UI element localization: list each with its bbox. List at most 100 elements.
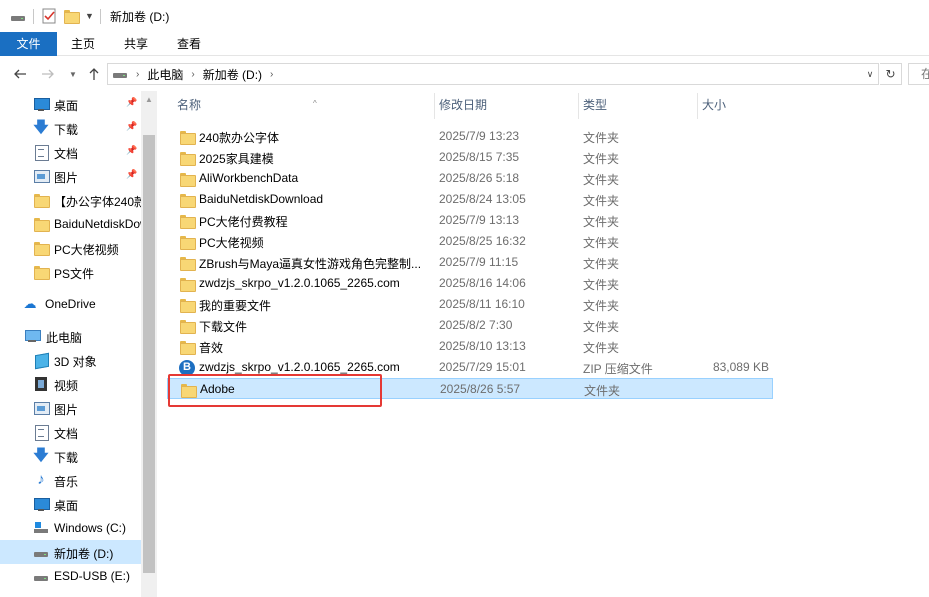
pin-icon[interactable]: 📌 (126, 121, 137, 132)
sidebar-item[interactable]: 🡇 下载 📌 (0, 116, 141, 140)
file-date: 2025/8/24 13:05 (439, 192, 526, 206)
sidebar-item[interactable]: 新加卷 (D:) (0, 540, 141, 564)
pin-icon[interactable]: 📌 (126, 145, 137, 156)
file-row[interactable]: 240款办公字体 2025/7/9 13:23 文件夹 (167, 126, 773, 147)
sidebar-item[interactable]: Windows (C:) (0, 516, 141, 540)
file-name: zwdzjs_skrpo_v1.2.0.1065_2265.com (199, 360, 400, 374)
breadcrumb-this-pc[interactable]: 此电脑 (147, 66, 183, 83)
sidebar-item[interactable]: ESD-USB (E:) (0, 564, 141, 588)
file-type: 文件夹 (583, 152, 620, 166)
sidebar-item[interactable]: 视频 (0, 372, 141, 396)
column-header-date[interactable]: 修改日期 (434, 91, 578, 119)
file-row[interactable]: zwdzjs_skrpo_v1.2.0.1065_2265.com 2025/7/… (167, 357, 773, 378)
sort-ascending-icon: ^ (313, 99, 317, 108)
file-size: 83,089 KB (712, 360, 769, 374)
pin-icon[interactable]: 📌 (126, 169, 137, 180)
file-type: 文件夹 (583, 194, 620, 208)
recent-locations-chevron-icon[interactable]: ▼ (64, 65, 82, 83)
column-header-name[interactable]: 名称 ^ (172, 91, 434, 119)
folder-icon (179, 129, 196, 145)
sidebar-item[interactable]: PS文件 (0, 260, 141, 284)
folder-icon (179, 150, 196, 166)
refresh-icon[interactable]: ↻ (880, 63, 902, 85)
search-input[interactable]: 在 (908, 63, 929, 85)
address-bar[interactable]: › 此电脑 › 新加卷 (D:) › ∨ (107, 63, 879, 85)
file-type: 文件夹 (583, 320, 620, 334)
column-header-type[interactable]: 类型 (578, 91, 697, 119)
folder-icon (179, 297, 196, 313)
sidebar-item[interactable]: 3D 对象 (0, 348, 141, 372)
file-date: 2025/8/16 14:06 (439, 276, 526, 290)
file-row[interactable]: 音效 2025/8/10 13:13 文件夹 (167, 336, 773, 357)
navigation-bar: ▼ › 此电脑 › 新加卷 (D:) › ∨ ↻ 在 (0, 57, 929, 91)
3d-objects-icon (33, 352, 49, 368)
sidebar-item-label: 图片 (54, 403, 79, 417)
navigation-pane-scrollbar[interactable]: ▲ (141, 91, 157, 597)
file-type: 文件夹 (583, 278, 620, 292)
address-dropdown-chevron-icon[interactable]: ∨ (862, 64, 878, 84)
customize-toolbar-icon[interactable]: ▼ (85, 7, 94, 25)
new-folder-icon[interactable] (63, 7, 80, 25)
sidebar-item-label: 音乐 (54, 475, 79, 489)
sidebar-item[interactable]: ☁ OneDrive (0, 292, 141, 316)
file-row[interactable]: Adobe 2025/8/26 5:57 文件夹 (167, 378, 773, 399)
divider (33, 9, 34, 24)
up-arrow-icon[interactable] (85, 65, 103, 83)
tab-view[interactable]: 查看 (166, 32, 212, 56)
folder-icon (179, 318, 196, 334)
file-type: ZIP 压缩文件 (583, 362, 653, 376)
file-row[interactable]: 2025家具建模 2025/8/15 7:35 文件夹 (167, 147, 773, 168)
sidebar-item[interactable]: 文档 📌 (0, 140, 141, 164)
sidebar-item[interactable]: 桌面 📌 (0, 92, 141, 116)
properties-icon[interactable] (41, 7, 57, 25)
scrollbar-thumb[interactable] (143, 135, 155, 573)
sidebar-item[interactable]: PC大佬视频 (0, 236, 141, 260)
column-header-size[interactable]: 大小 (697, 91, 777, 119)
folder-icon (179, 234, 196, 250)
chevron-right-icon[interactable]: › (270, 69, 273, 80)
desktop-icon (33, 96, 50, 112)
sidebar-item[interactable]: 图片 (0, 396, 141, 420)
file-type: 文件夹 (583, 215, 620, 229)
tab-file[interactable]: 文件 (0, 32, 57, 56)
sidebar-item[interactable]: 图片 📌 (0, 164, 141, 188)
file-row[interactable]: ZBrush与Maya逼真女性游戏角色完整制... 2025/7/9 11:15 文… (167, 252, 773, 273)
scroll-up-icon[interactable]: ▲ (141, 91, 157, 107)
file-list: 名称 ^ 修改日期 类型 大小 240款办公字体 2025/7/9 13:23 文件… (157, 91, 929, 597)
drive-icon (33, 544, 49, 560)
file-row[interactable]: 我的重要文件 2025/8/11 16:10 文件夹 (167, 294, 773, 315)
sidebar-item[interactable]: BaiduNetdiskDownload (0, 212, 141, 236)
file-row[interactable]: PC大佬视频 2025/8/25 16:32 文件夹 (167, 231, 773, 252)
tab-share[interactable]: 共享 (113, 32, 159, 56)
file-row[interactable]: BaiduNetdiskDownload 2025/8/24 13:05 文件夹 (167, 189, 773, 210)
chevron-right-icon[interactable]: › (191, 69, 194, 80)
file-row[interactable]: AliWorkbenchData 2025/8/26 5:18 文件夹 (167, 168, 773, 189)
sidebar-item[interactable]: 此电脑 (0, 324, 141, 348)
sidebar-item[interactable]: 桌面 (0, 492, 141, 516)
file-type: 文件夹 (584, 384, 621, 398)
file-type: 文件夹 (583, 236, 620, 250)
chevron-right-icon[interactable]: › (136, 69, 139, 80)
breadcrumb-drive-d[interactable]: 新加卷 (D:) (203, 66, 262, 83)
sidebar-item-label: 新加卷 (D:) (54, 547, 114, 561)
drive-icon (10, 7, 26, 25)
sidebar-item[interactable]: ♪ 音乐 (0, 468, 141, 492)
file-date: 2025/7/29 15:01 (439, 360, 526, 374)
pin-icon[interactable]: 📌 (126, 97, 137, 108)
forward-arrow-icon[interactable] (39, 65, 57, 83)
sidebar-item[interactable]: 文档 (0, 420, 141, 444)
document-icon (33, 144, 49, 161)
sidebar-item-label: 视频 (54, 379, 79, 393)
back-arrow-icon[interactable] (11, 65, 29, 83)
file-row[interactable]: zwdzjs_skrpo_v1.2.0.1065_2265.com 2025/8/… (167, 273, 773, 294)
tab-home[interactable]: 主页 (60, 32, 106, 56)
file-row[interactable]: 下载文件 2025/8/2 7:30 文件夹 (167, 315, 773, 336)
file-type: 文件夹 (583, 299, 620, 313)
ribbon: 文件 主页 共享 查看 (0, 32, 929, 56)
sidebar-item[interactable]: 🡇 下载 (0, 444, 141, 468)
folder-icon (179, 192, 196, 208)
file-row[interactable]: PC大佬付费教程 2025/7/9 13:13 文件夹 (167, 210, 773, 231)
file-name: 240款办公字体 (199, 131, 280, 145)
pictures-icon (33, 400, 50, 416)
sidebar-item[interactable]: 【办公字体240款 (0, 188, 141, 212)
